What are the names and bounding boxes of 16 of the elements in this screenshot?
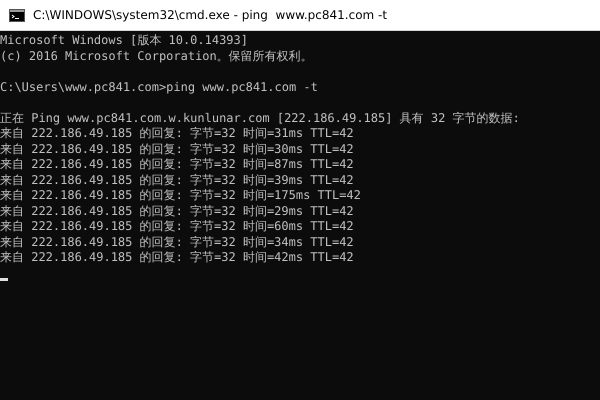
console-line: 来自 222.186.49.185 的回复: 字节=32 时间=87ms TTL=42 <box>0 157 354 172</box>
console-line: 来自 222.186.49.185 的回复: 字节=32 时间=60ms TTL=42 <box>0 219 354 234</box>
console-line: 正在 Ping www.pc841.com.w.kunlunar.com [222.186.49.185] 具有 32 字节的数据: <box>0 110 520 126</box>
command-line: C:\Users\www.pc841.com>ping www.pc841.com -t <box>0 80 318 95</box>
console-app-icon <box>9 8 25 22</box>
console-line: (c) 2016 Microsoft Corporation。保留所有权利。 <box>0 48 313 64</box>
console-line: Microsoft Windows [版本 10.0.14393] <box>0 33 248 48</box>
window-title: C:\WINDOWS\system32\cmd.exe - ping www.pc841.com -t <box>33 8 388 22</box>
console-line: 来自 222.186.49.185 的回复: 字节=32 时间=30ms TTL=42 <box>0 142 354 157</box>
console-line: 来自 222.186.49.185 的回复: 字节=32 时间=175ms TTL=42 <box>0 188 361 204</box>
console-line: 来自 222.186.49.185 的回复: 字节=32 时间=39ms TTL=42 <box>0 172 354 188</box>
console-line: 来自 222.186.49.185 的回复: 字节=32 时间=42ms TTL=42 <box>0 250 354 266</box>
console-line: 来自 222.186.49.185 的回复: 字节=32 时间=31ms TTL=42 <box>0 126 354 142</box>
console-line: 来自 222.186.49.185 的回复: 字节=32 时间=29ms TTL=42 <box>0 204 354 219</box>
console-line: 来自 222.186.49.185 的回复: 字节=32 时间=34ms TTL=42 <box>0 234 354 250</box>
text-cursor <box>0 278 8 280</box>
